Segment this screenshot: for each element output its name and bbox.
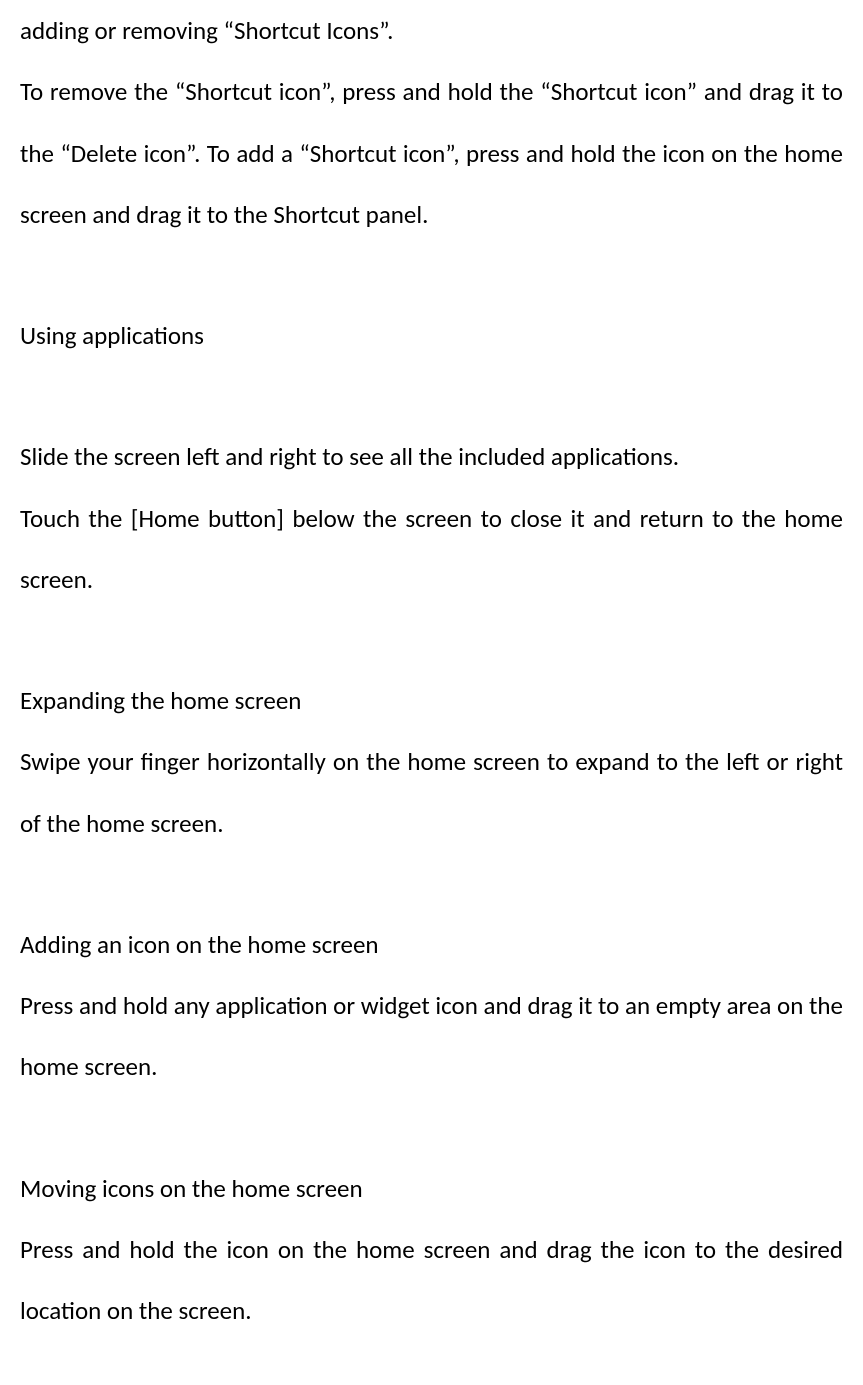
paragraph-apps-body: Touch the [Home button] below the screen…	[20, 488, 843, 611]
section-gap	[20, 1098, 843, 1158]
section-gap	[20, 854, 843, 914]
heading-using-applications: Using applications	[20, 305, 843, 366]
section-gap	[20, 610, 843, 670]
document-page: adding or removing “Shortcut Icons”. To …	[0, 0, 863, 1381]
paragraph-shortcut-intro: adding or removing “Shortcut Icons”.	[20, 0, 843, 61]
paragraph-shortcut-body: To remove the “Shortcut icon”, press and…	[20, 61, 843, 245]
section-gap	[20, 245, 843, 305]
paragraph-expanding-body: Swipe your finger horizontally on the ho…	[20, 731, 843, 854]
heading-moving-icons: Moving icons on the home screen	[20, 1158, 843, 1219]
paragraph-adding-body: Press and hold any application or widget…	[20, 975, 843, 1098]
paragraph-moving-body: Press and hold the icon on the home scre…	[20, 1219, 843, 1342]
paragraph-apps-line1: Slide the screen left and right to see a…	[20, 426, 843, 487]
section-gap	[20, 366, 843, 426]
heading-expanding-home: Expanding the home screen	[20, 670, 843, 731]
heading-adding-icon: Adding an icon on the home screen	[20, 914, 843, 975]
